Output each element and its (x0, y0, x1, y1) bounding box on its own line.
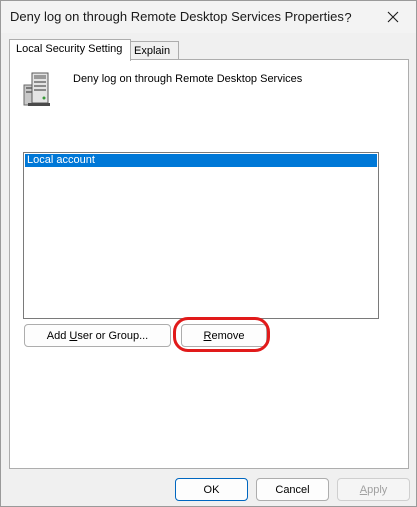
tab-explain[interactable]: Explain (127, 41, 179, 60)
remove-button[interactable]: Remove (181, 324, 267, 347)
tab-local-security-setting[interactable]: Local Security Setting (9, 39, 131, 61)
cancel-button[interactable]: Cancel (256, 478, 329, 501)
add-button-label-prefix: Add (46, 329, 70, 342)
add-button-mnemonic: U (69, 329, 78, 342)
properties-dialog: Deny log on through Remote Desktop Servi… (0, 0, 417, 507)
accounts-listbox[interactable]: Local account (23, 152, 379, 319)
help-button[interactable]: ? (325, 1, 371, 33)
add-user-or-group-button[interactable]: Add User or Group... (24, 324, 171, 347)
apply-button-label-suffix: pply (367, 483, 388, 496)
remove-button-mnemonic: R (203, 329, 212, 342)
list-item-local-account[interactable]: Local account (25, 154, 377, 167)
close-button[interactable] (370, 1, 416, 33)
ok-button[interactable]: OK (175, 478, 248, 501)
close-icon (387, 11, 399, 23)
tab-panel: Deny log on through Remote Desktop Servi… (9, 59, 409, 469)
server-computer-icon (23, 72, 50, 106)
window-title: Deny log on through Remote Desktop Servi… (10, 9, 344, 24)
remove-button-label-suffix: emove (211, 329, 245, 342)
apply-button[interactable]: Apply (337, 478, 410, 501)
apply-button-mnemonic: A (359, 483, 368, 496)
add-button-label-suffix: ser or Group... (77, 329, 149, 342)
title-bar: Deny log on through Remote Desktop Servi… (1, 1, 416, 33)
policy-title: Deny log on through Remote Desktop Servi… (73, 73, 303, 85)
